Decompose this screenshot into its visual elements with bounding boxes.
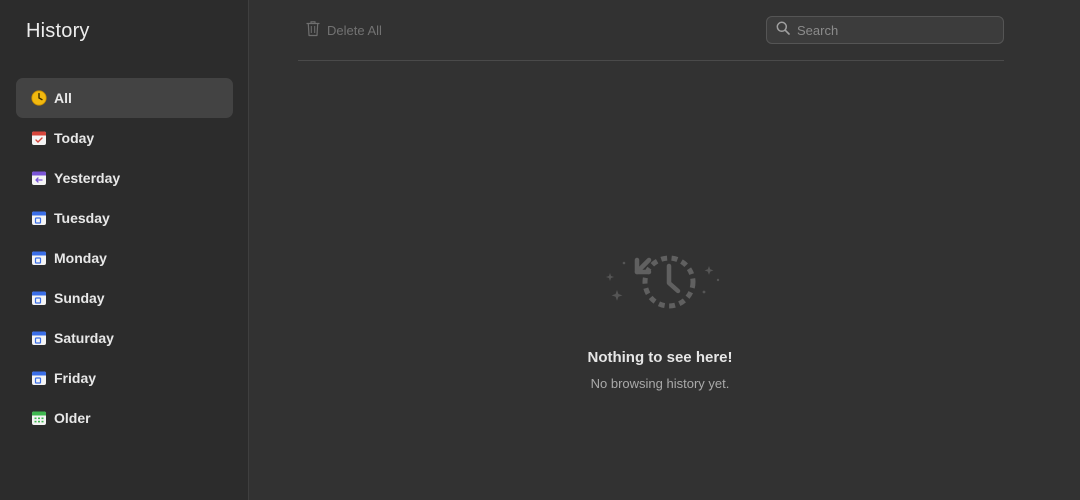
- calendar-icon: [31, 330, 47, 346]
- sidebar-title: History: [26, 20, 90, 42]
- search-icon: [776, 21, 790, 40]
- sidebar-item-sunday[interactable]: Sunday: [16, 278, 233, 318]
- delete-all-label: Delete All: [327, 22, 382, 38]
- sidebar-item-label: Sunday: [54, 290, 105, 306]
- calendar-yesterday-icon: [31, 170, 47, 186]
- sidebar-item-tuesday[interactable]: Tuesday: [16, 198, 233, 238]
- sidebar: History All Today Yesterday Tuesday Mond…: [0, 0, 249, 500]
- empty-state-subtitle: No browsing history yet.: [590, 376, 730, 391]
- toolbar-divider: [298, 60, 1004, 61]
- sidebar-item-friday[interactable]: Friday: [16, 358, 233, 398]
- calendar-today-icon: [31, 130, 47, 146]
- sidebar-item-older[interactable]: Older: [16, 398, 233, 438]
- sidebar-item-today[interactable]: Today: [16, 118, 233, 158]
- delete-all-button[interactable]: Delete All: [306, 20, 382, 40]
- calendar-icon: [31, 210, 47, 226]
- calendar-icon: [31, 370, 47, 386]
- sidebar-nav: All Today Yesterday Tuesday Monday Sunda…: [16, 78, 233, 438]
- calendar-icon: [31, 250, 47, 266]
- history-clock-icon: [596, 246, 726, 321]
- sidebar-item-label: Tuesday: [54, 210, 110, 226]
- search-box[interactable]: [766, 16, 1004, 44]
- sidebar-item-label: Today: [54, 130, 95, 146]
- calendar-older-icon: [31, 410, 47, 426]
- sidebar-item-label: Yesterday: [54, 170, 121, 186]
- sidebar-item-monday[interactable]: Monday: [16, 238, 233, 278]
- calendar-icon: [31, 290, 47, 306]
- sidebar-item-label: Monday: [54, 250, 107, 266]
- main-content: Delete All Search Nothing to see here! N…: [250, 0, 1080, 500]
- clock-icon: [31, 90, 47, 106]
- sidebar-item-label: Friday: [54, 370, 97, 386]
- sidebar-item-yesterday[interactable]: Yesterday: [16, 158, 233, 198]
- sidebar-item-label: Saturday: [54, 330, 114, 346]
- sidebar-item-saturday[interactable]: Saturday: [16, 318, 233, 358]
- empty-state-title: Nothing to see here!: [587, 349, 733, 366]
- sidebar-item-label: All: [54, 90, 72, 106]
- trash-icon: [306, 20, 327, 40]
- sidebar-item-all[interactable]: All: [16, 78, 233, 118]
- sidebar-item-label: Older: [54, 410, 91, 426]
- search-input[interactable]: [797, 22, 997, 38]
